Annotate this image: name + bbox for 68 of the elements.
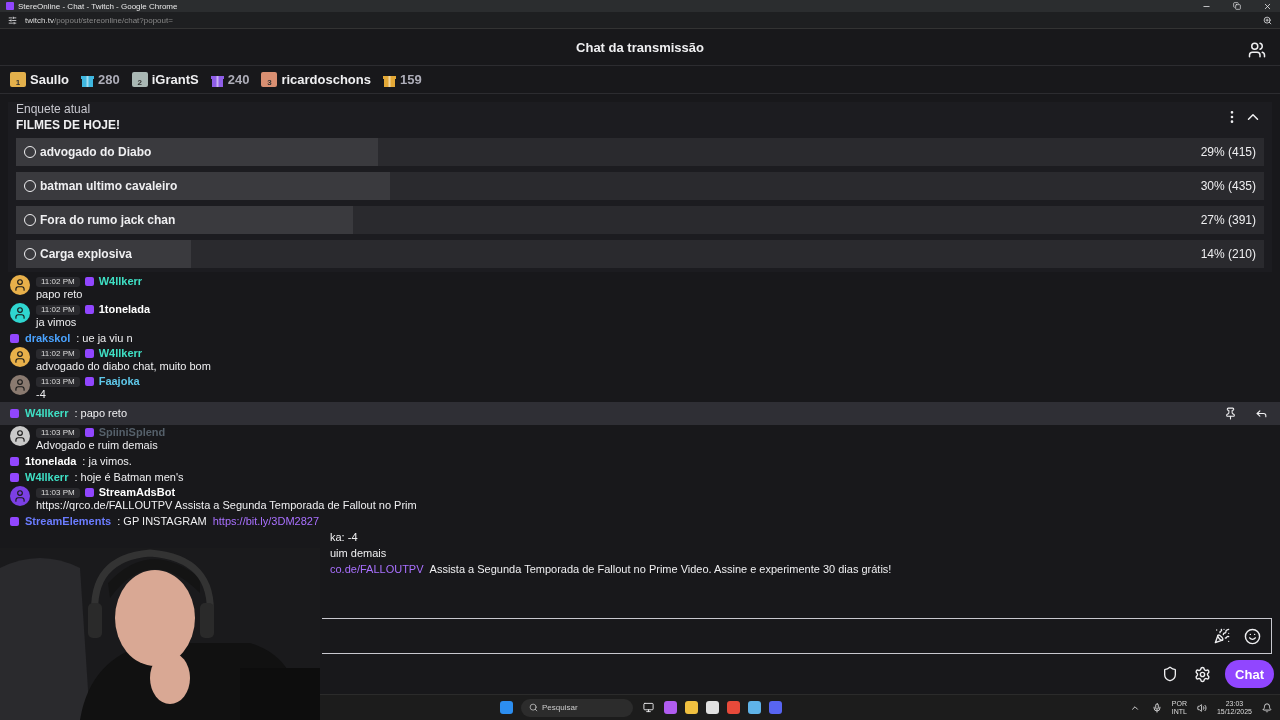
timestamp: 11:03 PM [36,376,80,387]
message-text: https://qrco.de/FALLOUTPV Assista a Segunda Temporada de Fallout no Prim [36,499,417,512]
taskbar-search[interactable]: Pesquisar [521,698,633,717]
gifter-name: ricardoschons [281,72,371,87]
badge-icon [10,333,19,343]
twitch-logo-icon [6,2,14,10]
search-icon [529,703,538,712]
badge-icon [10,409,19,418]
message-text: Assista a Segunda Temporada de Fallout no Prime Video. Assine e experimente 30 dias grátis! [429,562,892,576]
badge-icon [84,349,94,358]
gift-count: 240 [227,72,250,87]
username[interactable]: W4llkerr [25,470,69,484]
notification-icon[interactable] [1260,700,1274,715]
username[interactable]: W4llkerr [98,347,143,360]
rank-gift-icon: 3 [261,72,278,87]
poll-option[interactable]: batman ultimo cavaleiro 30% (435) [16,172,1264,200]
rank-gift-icon: 2 [131,72,148,87]
message-text: : ue ja viu n [76,331,133,345]
message-text: : ja vimos. [82,454,132,468]
gifter-name: Saullo [30,72,69,87]
gift-count: 280 [98,72,120,87]
message-text: -4 [36,388,46,401]
username[interactable]: W4llkerr [25,407,69,420]
badge-icon [84,277,94,286]
chat-button[interactable]: Chat [1225,660,1274,688]
poll-option[interactable]: advogado do Diabo 29% (415) [16,138,1264,166]
message-text: advogado do diabo chat, muito bom [36,360,211,373]
username[interactable]: 1tonelada [25,454,77,468]
chat-title: Chat da transmissão [576,39,704,55]
message-text: : GP INSTAGRAM [117,514,207,528]
gift-count: 159 [400,72,422,87]
username[interactable]: Faajoka [98,375,140,388]
timestamp: 11:03 PM [36,427,80,438]
badge-icon [84,377,94,386]
username[interactable]: drakskol [25,331,71,345]
message-text: ja vimos [36,316,77,329]
poll-label: Enquete atual [16,102,92,116]
username[interactable]: StreamAdsBot [98,486,176,499]
badge-icon [84,428,94,437]
badge-icon [84,305,94,314]
poll-option[interactable]: Fora do rumo jack chan 27% (391) [16,206,1264,234]
message-text: ka: -4 [330,530,358,544]
monitor-icon[interactable] [641,700,656,715]
username[interactable]: W4llkerr [98,275,143,288]
message-text: : papo reto [74,407,127,420]
rank-gift-icon: 1 [10,72,26,87]
message-text: : hoje é Batman men's [74,470,184,484]
party-popper-icon[interactable] [1212,626,1232,646]
timestamp: 11:02 PM [36,304,80,315]
username[interactable]: StreamElements [25,514,112,528]
poll-option[interactable]: Carga explosiva 14% (210) [16,240,1264,268]
window-title: StereOnline - Chat - Twitch - Google Chrome [18,1,179,11]
badge-icon [10,516,19,526]
badge-icon [84,488,94,497]
poll-title: FILMES DE HOJE! [16,118,121,132]
message-text: papo reto [36,288,83,301]
restore-icon[interactable] [1231,0,1243,13]
chat-link[interactable]: https://bit.ly/3DM2827 [212,514,320,528]
message-text: Advogado e ruim demais [36,439,158,452]
timestamp: 11:02 PM [36,276,80,287]
timestamp: 11:02 PM [36,348,80,359]
chat-link[interactable]: co.de/FALLOUTPV [330,562,424,576]
timestamp: 11:03 PM [36,487,80,498]
username[interactable]: 1tonelada [98,303,150,316]
chat-input[interactable] [322,618,1272,654]
message-text: uim demais [330,546,387,560]
gifter-name: iGrantS [151,72,199,87]
app-icon[interactable] [664,701,677,714]
